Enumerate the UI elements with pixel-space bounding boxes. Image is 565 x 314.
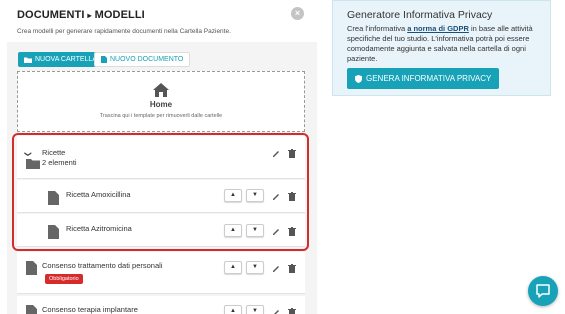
chat-button[interactable]: [528, 276, 558, 306]
chat-icon: [536, 284, 550, 298]
trash-icon[interactable]: [288, 264, 296, 273]
document-name: Consenso terapia implantare: [42, 305, 138, 314]
generate-privacy-label: GENERA INFORMATIVA PRIVACY: [366, 74, 492, 83]
page-title: DOCUMENTI ▸ MODELLI: [17, 9, 231, 21]
templates-panel: DOCUMENTI ▸ MODELLI Crea modelli per gen…: [0, 0, 322, 314]
file-icon: [26, 305, 37, 314]
move-down-button[interactable]: ▼: [246, 305, 264, 314]
highlight-frame: [12, 133, 309, 251]
folder-icon: [24, 57, 32, 63]
trash-icon[interactable]: [288, 308, 296, 314]
new-document-button[interactable]: NUOVO DOCUMENTO: [94, 52, 191, 67]
home-label: Home: [149, 100, 173, 109]
privacy-card-title: Generatore Informativa Privacy: [347, 9, 493, 21]
new-folder-button[interactable]: NUOVA CARTELLA: [18, 52, 103, 67]
privacy-text-before: Crea l'informativa: [347, 24, 408, 33]
home-icon: [153, 83, 169, 97]
home-drop-zone[interactable]: Home Trascina qui i template per rimuove…: [17, 71, 305, 132]
home-hint: Trascina qui i template per rimuoverli d…: [99, 113, 223, 119]
move-up-button[interactable]: ▲: [224, 305, 242, 314]
breadcrumb-separator: ▸: [87, 10, 92, 20]
page-subtitle: Crea modelli per generare rapidamente do…: [17, 28, 231, 35]
shield-icon: [355, 74, 362, 83]
new-document-label: NUOVO DOCUMENTO: [110, 56, 184, 63]
gdpr-link[interactable]: a norma di GDPR: [407, 24, 469, 33]
privacy-generator-card: Generatore Informativa Privacy Crea l'in…: [332, 0, 551, 96]
pencil-icon[interactable]: [272, 264, 280, 273]
file-icon: [26, 261, 37, 275]
list-item-consenso-terapia-implantare[interactable]: Consenso terapia implantare ▲ ▼: [17, 296, 305, 314]
generate-privacy-button[interactable]: GENERA INFORMATIVA PRIVACY: [347, 68, 500, 89]
move-down-button[interactable]: ▼: [246, 261, 264, 274]
page-header: DOCUMENTI ▸ MODELLI Crea modelli per gen…: [17, 9, 231, 35]
privacy-card-text: Crea l'informativa a norma di GDPR in ba…: [347, 24, 543, 64]
move-up-button[interactable]: ▲: [224, 261, 242, 274]
document-name: Consenso trattamento dati personali: [42, 261, 163, 270]
breadcrumb-modelli: MODELLI: [94, 9, 145, 21]
close-button[interactable]: ×: [291, 7, 304, 20]
pencil-icon[interactable]: [272, 308, 280, 314]
new-folder-label: NUOVA CARTELLA: [35, 56, 97, 63]
required-badge: Obbligatorio: [45, 274, 83, 284]
list-item-consenso-dati-personali[interactable]: Consenso trattamento dati personali Obbl…: [17, 252, 305, 294]
file-icon: [101, 56, 107, 63]
breadcrumb-documenti: DOCUMENTI: [17, 9, 85, 21]
